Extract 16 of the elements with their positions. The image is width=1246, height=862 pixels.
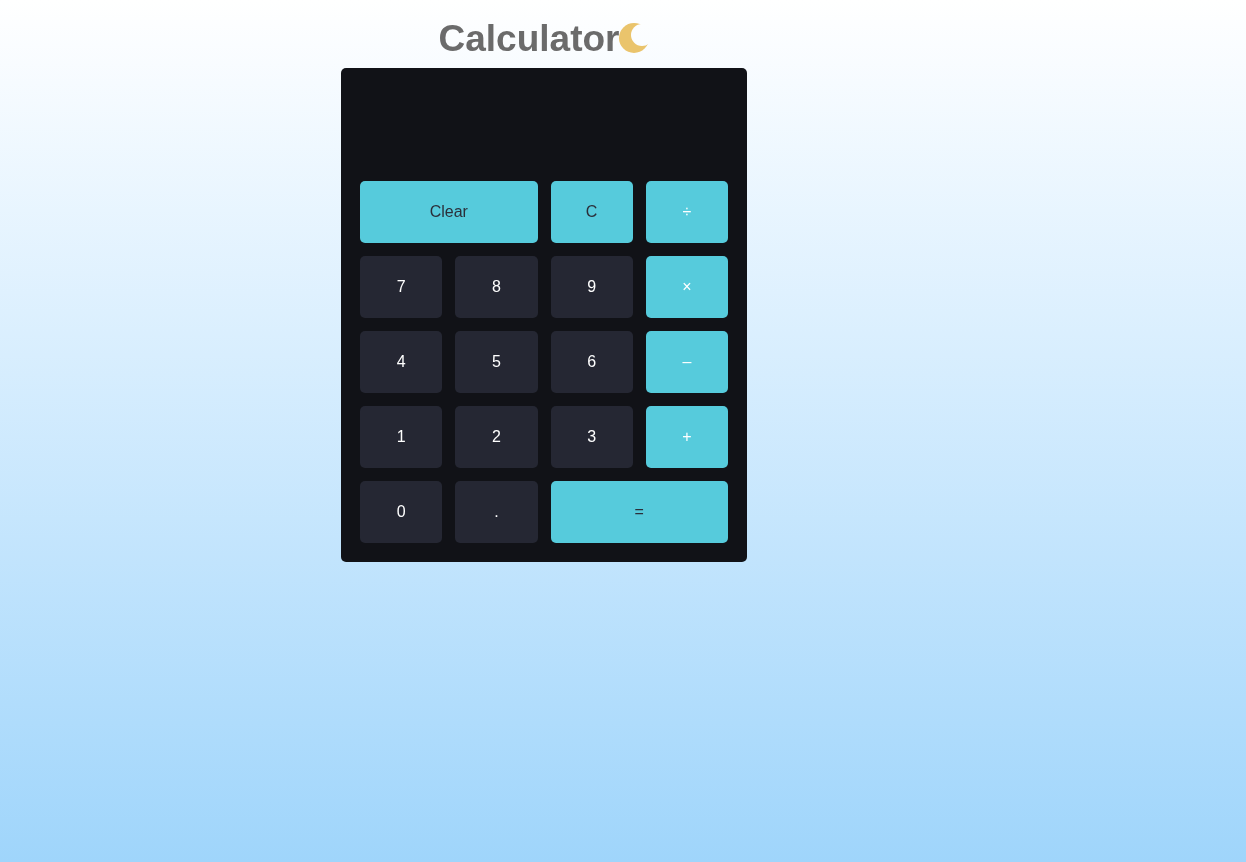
digit-button[interactable]: 8 <box>455 256 538 318</box>
digit-button[interactable]: 6 <box>550 331 633 393</box>
digit-button[interactable]: 0 <box>360 481 443 543</box>
digit-button[interactable]: 9 <box>550 256 633 318</box>
equals-button[interactable]: = <box>550 481 728 543</box>
digit-button[interactable]: 5 <box>455 331 538 393</box>
digit-button[interactable]: 3 <box>550 406 633 468</box>
moon-icon <box>619 23 650 53</box>
digit-button[interactable]: 1 <box>360 406 443 468</box>
clear-button[interactable]: Clear <box>360 181 538 243</box>
digit-button[interactable]: 4 <box>360 331 443 393</box>
calculator-title: Calculator <box>438 19 620 57</box>
digit-button[interactable]: 7 <box>360 256 443 318</box>
digit-button[interactable]: . <box>455 481 538 543</box>
clear-button[interactable]: C <box>550 181 633 243</box>
digit-button[interactable]: 2 <box>455 406 538 468</box>
